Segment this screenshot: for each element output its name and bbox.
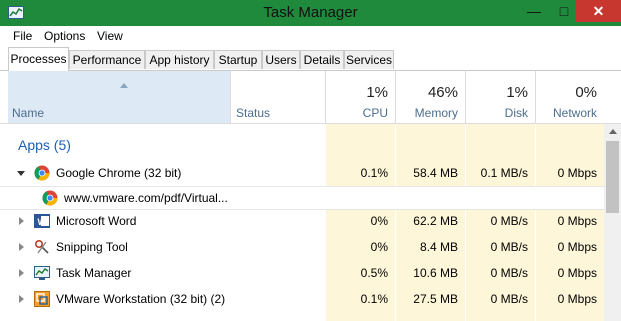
tab-details[interactable]: Details [300,50,344,69]
svg-text:W: W [38,217,47,227]
tab-users[interactable]: Users [262,50,300,69]
expand-chevron-icon[interactable] [19,217,24,225]
disk-value: 0 MB/s [490,214,528,228]
process-name: Microsoft Word [56,214,137,228]
tab-services[interactable]: Services [344,50,394,69]
disk-value: 0 MB/s [490,292,528,306]
process-name: Snipping Tool [56,240,128,254]
network-value: 0 Mbps [557,240,597,254]
table-row[interactable]: Google Chrome (32 bit) 0.1% 58.4 MB 0.1 … [0,160,604,186]
menu-options[interactable]: Options [44,29,85,43]
vmware-icon [34,291,50,307]
memory-header-label[interactable]: Memory [396,106,458,120]
process-name: VMware Workstation (32 bit) (2) [56,292,226,306]
close-button[interactable]: ✕ [576,0,621,22]
cpu-header-percent[interactable]: 1% [326,84,388,101]
table-row-child[interactable]: www.vmware.com/pdf/Virtual... [0,186,604,210]
cpu-header-label[interactable]: CPU [326,106,388,120]
chrome-icon [42,190,58,206]
network-value: 0 Mbps [557,266,597,280]
cpu-value: 0.1% [360,292,388,306]
disk-value: 0.1 MB/s [480,166,528,180]
maximize-button[interactable]: □ [549,0,579,22]
memory-value: 10.6 MB [413,266,458,280]
minimize-button[interactable]: — [519,0,549,22]
expand-chevron-icon[interactable] [19,243,24,251]
tab-performance[interactable]: Performance [69,50,145,69]
vertical-scrollbar[interactable] [604,124,621,321]
cpu-value: 0% [370,240,388,254]
cpu-value: 0.1% [360,166,388,180]
disk-header-label[interactable]: Disk [466,106,528,120]
network-header-label[interactable]: Network [536,106,597,120]
network-value: 0 Mbps [557,214,597,228]
tab-startup[interactable]: Startup [214,50,262,69]
network-value: 0 Mbps [557,166,597,180]
memory-header-percent[interactable]: 46% [396,84,458,101]
table-row[interactable]: W Microsoft Word 0% 62.2 MB 0 MB/s 0 Mbp… [0,208,604,234]
process-list: Apps (5) Google Chrome (32 bit) 0.1% 58.… [0,124,604,321]
memory-value: 62.2 MB [413,214,458,228]
name-column-header[interactable]: Name [8,71,230,123]
tab-app-history[interactable]: App history [145,50,214,69]
scroll-up-arrow-icon[interactable] [609,129,617,134]
process-name: www.vmware.com/pdf/Virtual... [64,191,228,205]
expand-chevron-icon[interactable] [19,295,24,303]
column-divider[interactable] [230,71,231,123]
sort-ascending-icon [120,83,128,88]
scissors-icon [34,239,49,254]
name-header-label: Name [12,106,45,120]
memory-value: 58.4 MB [413,166,458,180]
task-manager-icon [34,266,50,280]
word-icon: W [34,214,50,228]
scrollbar-thumb[interactable] [606,141,619,213]
menu-view[interactable]: View [97,29,123,43]
process-name: Google Chrome (32 bit) [56,166,182,180]
disk-value: 0 MB/s [490,240,528,254]
disk-header-percent[interactable]: 1% [466,84,528,101]
collapse-chevron-icon[interactable] [17,171,25,176]
status-header-label[interactable]: Status [236,106,270,120]
tab-processes[interactable]: Processes [8,47,69,71]
apps-group-title: Apps (5) [18,137,71,153]
title-bar: Task Manager — □ ✕ [0,0,621,26]
memory-value: 27.5 MB [413,292,458,306]
memory-value: 8.4 MB [419,240,458,254]
column-header: Name Status 1% CPU 46% Memory 1% Disk 0%… [0,71,621,124]
cpu-value: 0% [370,214,388,228]
table-row[interactable]: VMware Workstation (32 bit) (2) 0.1% 27.… [0,286,604,312]
expand-chevron-icon[interactable] [19,269,24,277]
table-row[interactable]: Snipping Tool 0% 8.4 MB 0 MB/s 0 Mbps [0,234,604,260]
cpu-value: 0.5% [360,266,388,280]
menu-bar: File Options View [0,26,621,46]
network-value: 0 Mbps [557,292,597,306]
process-name: Task Manager [56,266,132,280]
table-row[interactable]: Task Manager 0.5% 10.6 MB 0 MB/s 0 Mbps [0,260,604,286]
tab-strip: Processes Performance App history Startu… [0,46,621,71]
chrome-icon [34,165,50,181]
disk-value: 0 MB/s [490,266,528,280]
menu-file[interactable]: File [13,29,32,43]
network-header-percent[interactable]: 0% [536,84,597,101]
